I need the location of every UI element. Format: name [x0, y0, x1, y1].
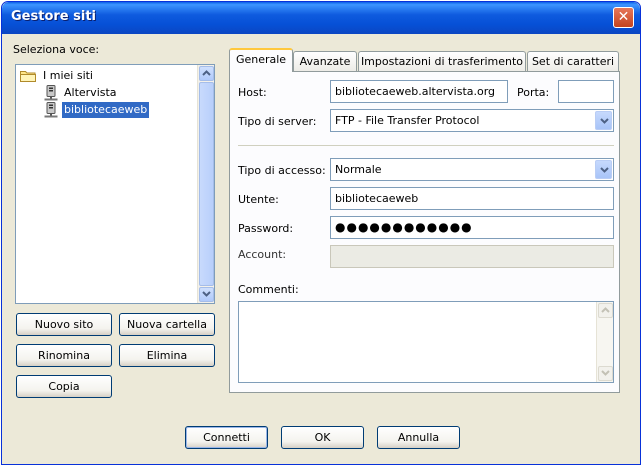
ok-button[interactable]: OK — [281, 426, 364, 449]
connect-button[interactable]: Connetti — [185, 426, 268, 449]
account-label: Account: — [238, 248, 287, 261]
new-folder-button[interactable]: Nuova cartella — [119, 313, 215, 336]
new-site-button[interactable]: Nuovo sito — [16, 313, 112, 336]
access-type-label: Tipo di accesso: — [238, 164, 326, 177]
rename-button[interactable]: Rinomina — [16, 344, 112, 367]
chevron-up-icon — [601, 307, 610, 313]
server-type-label: Tipo di server: — [238, 115, 317, 128]
server-icon — [44, 102, 58, 118]
chevron-down-icon — [600, 167, 609, 173]
comments-scroll-down[interactable] — [598, 366, 613, 381]
form-separator — [238, 145, 614, 146]
tab-charset[interactable]: Set di caratteri — [527, 51, 619, 72]
tree-site-label: Altervista — [64, 86, 117, 99]
server-type-dropdown-button[interactable] — [595, 111, 612, 130]
comments-textarea[interactable] — [238, 301, 614, 383]
comments-scroll-up[interactable] — [598, 303, 613, 318]
password-field[interactable]: ●●●●●●●●●●●● — [330, 216, 614, 239]
chevron-down-icon — [600, 118, 609, 124]
password-label: Password: — [238, 222, 294, 235]
user-field[interactable]: bibliotecaeweb — [330, 187, 614, 210]
server-icon — [44, 85, 58, 101]
access-type-dropdown-button[interactable] — [595, 160, 612, 179]
chevron-up-icon — [202, 70, 211, 76]
tree-label: Seleziona voce: — [13, 43, 100, 56]
window-title: Gestore siti — [11, 9, 96, 24]
scroll-up-button[interactable] — [199, 66, 214, 81]
close-icon: ✕ — [617, 9, 630, 25]
host-label: Host: — [238, 86, 267, 99]
port-field[interactable] — [558, 80, 614, 103]
user-label: Utente: — [238, 193, 279, 206]
chevron-down-icon — [601, 370, 610, 376]
tab-general[interactable]: Generale — [229, 48, 293, 72]
site-manager-window: Gestore siti ✕ Seleziona voce: I miei si… — [1, 1, 641, 465]
folder-icon — [20, 71, 36, 82]
delete-button[interactable]: Elimina — [119, 344, 215, 367]
tree-site-label: bibliotecaeweb — [62, 102, 150, 118]
title-bar[interactable]: Gestore siti ✕ — [2, 2, 640, 34]
chevron-down-icon — [202, 291, 211, 297]
access-type-value: Normale — [335, 163, 382, 176]
host-field[interactable]: bibliotecaeweb.altervista.org — [330, 80, 508, 103]
copy-button[interactable]: Copia — [16, 375, 112, 398]
comments-label: Commenti: — [238, 283, 299, 296]
cancel-button[interactable]: Annulla — [377, 426, 460, 449]
site-tree[interactable]: I miei siti Altervista bibliotecaeweb — [15, 64, 215, 304]
scroll-thumb[interactable] — [199, 82, 214, 286]
server-type-select[interactable]: FTP - File Transfer Protocol — [330, 109, 614, 132]
tree-site-item-selected[interactable]: bibliotecaeweb — [44, 102, 164, 118]
tab-transfer-settings[interactable]: Impostazioni di trasferimento — [358, 51, 526, 72]
close-button[interactable]: ✕ — [613, 7, 634, 28]
scroll-down-button[interactable] — [199, 287, 214, 302]
account-field — [330, 245, 614, 268]
port-label: Porta: — [517, 86, 550, 99]
comments-scrollbar[interactable] — [596, 302, 613, 382]
access-type-select[interactable]: Normale — [330, 158, 614, 181]
tree-root-label: I miei siti — [43, 69, 93, 82]
tab-advanced[interactable]: Avanzate — [293, 51, 357, 72]
server-type-value: FTP - File Transfer Protocol — [335, 114, 480, 127]
tree-scrollbar[interactable] — [197, 65, 214, 303]
